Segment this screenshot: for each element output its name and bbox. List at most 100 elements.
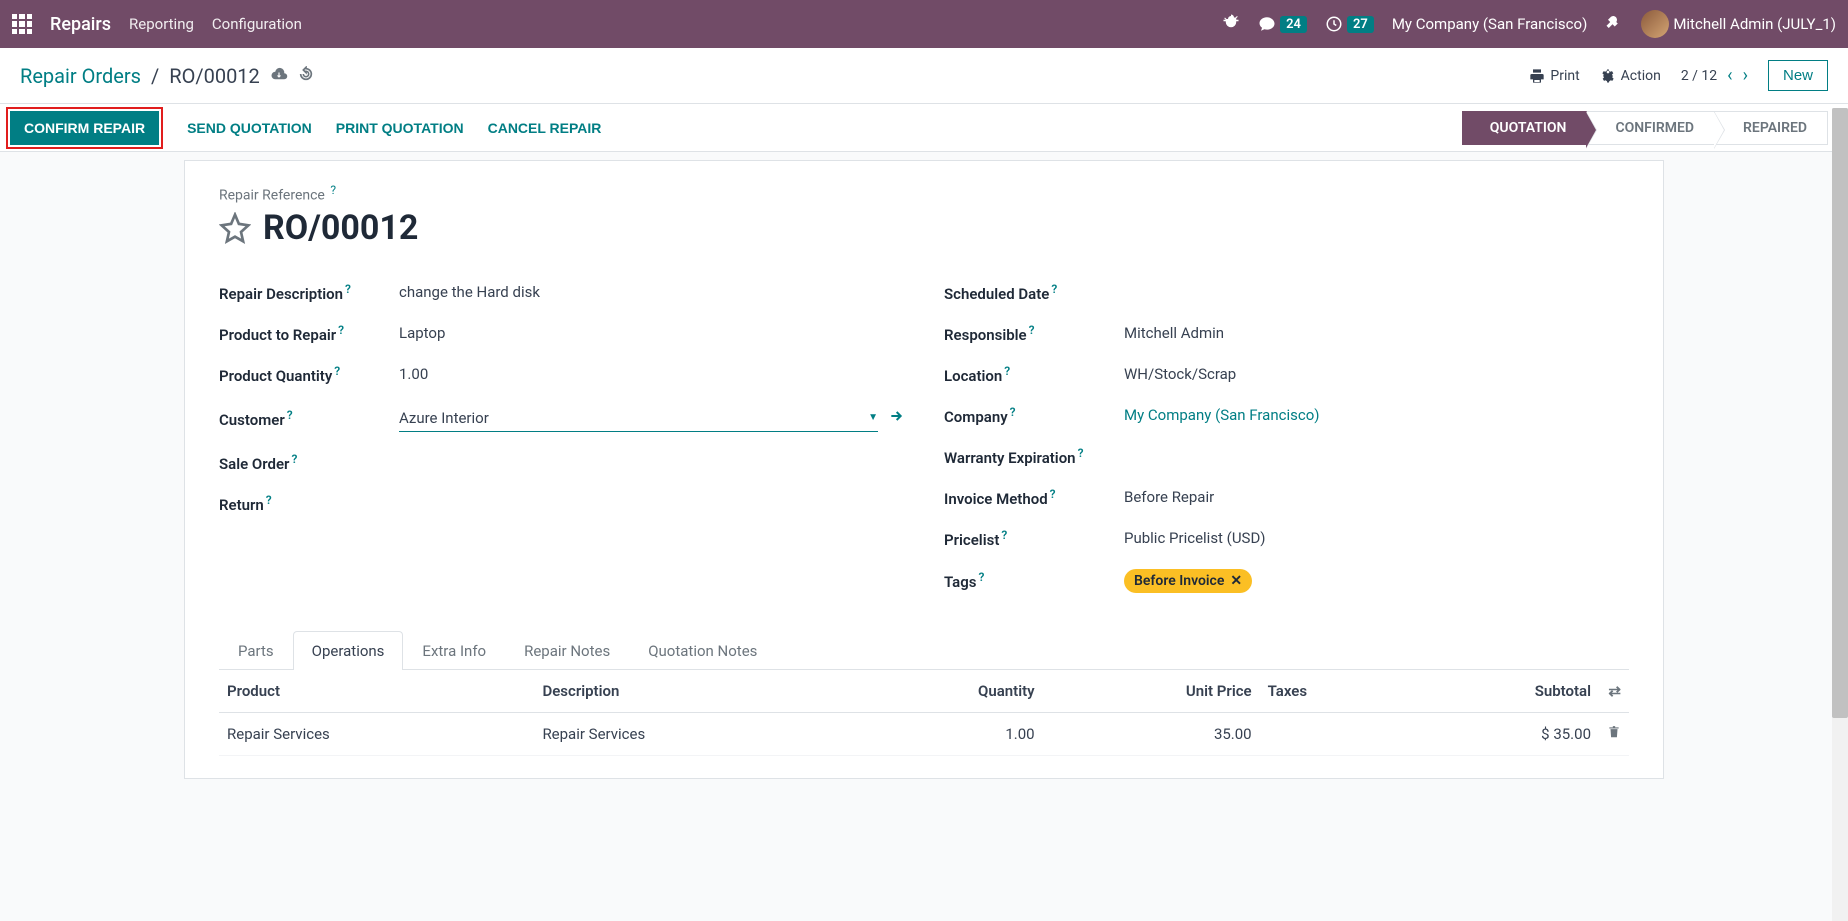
responsible-label: Responsible	[944, 326, 1027, 344]
control-bar: Repair Orders / RO/00012 Print Action 2 …	[0, 48, 1848, 104]
return-label: Return	[219, 496, 264, 514]
tags-label: Tags	[944, 573, 977, 591]
breadcrumb-sep: /	[151, 64, 159, 88]
menu-configuration[interactable]: Configuration	[212, 15, 302, 33]
help-icon[interactable]: ?	[334, 364, 340, 378]
top-nav: Repairs Reporting Configuration 24 27 My…	[0, 0, 1848, 48]
user-name: Mitchell Admin (JULY_1)	[1673, 15, 1836, 33]
star-icon[interactable]	[219, 212, 251, 244]
help-icon[interactable]: ?	[345, 282, 351, 296]
help-icon[interactable]: ?	[1001, 528, 1007, 542]
action-bar: CONFIRM REPAIR SEND QUOTATION PRINT QUOT…	[0, 104, 1848, 152]
status-bar: QUOTATION CONFIRMED REPAIRED	[1462, 111, 1828, 145]
product-to-repair-label: Product to Repair	[219, 326, 336, 344]
app-brand[interactable]: Repairs	[50, 14, 111, 35]
company-label: Company	[944, 408, 1008, 426]
external-link-icon[interactable]	[888, 408, 904, 428]
confirm-repair-button[interactable]: CONFIRM REPAIR	[10, 111, 159, 145]
help-icon[interactable]: ?	[1051, 282, 1057, 296]
sale-order-label: Sale Order	[219, 455, 289, 473]
tab-repair-notes[interactable]: Repair Notes	[505, 631, 629, 670]
pager-text[interactable]: 2 / 12	[1681, 68, 1717, 84]
user-menu[interactable]: Mitchell Admin (JULY_1)	[1641, 10, 1836, 38]
breadcrumb-root[interactable]: Repair Orders	[20, 64, 141, 88]
tab-extra-info[interactable]: Extra Info	[403, 631, 505, 670]
help-icon[interactable]: ?	[1010, 405, 1016, 419]
tab-parts[interactable]: Parts	[219, 631, 293, 670]
invoice-method-value[interactable]: Before Repair	[1124, 488, 1629, 506]
tag-remove-icon[interactable]: ✕	[1230, 573, 1242, 589]
tools-icon[interactable]	[1605, 13, 1623, 35]
action-button[interactable]: Action	[1600, 68, 1661, 84]
tag-before-invoice[interactable]: Before Invoice ✕	[1124, 569, 1252, 593]
record-title: RO/00012	[263, 208, 418, 248]
bug-icon[interactable]	[1222, 13, 1240, 35]
product-quantity-value[interactable]: 1.00	[399, 365, 904, 383]
table-row[interactable]: Repair Services Repair Services 1.00 35.…	[219, 712, 1629, 755]
activities-badge: 27	[1347, 16, 1374, 33]
print-quotation-button[interactable]: PRINT QUOTATION	[336, 120, 464, 136]
avatar	[1641, 10, 1669, 38]
warranty-expiration-label: Warranty Expiration	[944, 449, 1076, 467]
customer-input[interactable]: Azure Interior ▼	[399, 405, 878, 432]
help-icon[interactable]: ?	[1029, 323, 1035, 337]
menu-reporting[interactable]: Reporting	[129, 15, 194, 33]
chevron-down-icon: ▼	[868, 412, 878, 423]
company-selector[interactable]: My Company (San Francisco)	[1392, 15, 1587, 33]
location-label: Location	[944, 367, 1002, 385]
company-value[interactable]: My Company (San Francisco)	[1124, 406, 1629, 424]
col-unit-price[interactable]: Unit Price	[1043, 670, 1260, 713]
help-icon[interactable]: ?	[338, 323, 344, 337]
col-taxes[interactable]: Taxes	[1260, 670, 1407, 713]
col-product[interactable]: Product	[219, 670, 534, 713]
repair-description-label: Repair Description	[219, 285, 343, 303]
expand-columns-icon[interactable]: ⇄	[1608, 682, 1621, 700]
apps-icon[interactable]	[12, 14, 32, 34]
pager-next-icon[interactable]: ›	[1743, 65, 1748, 86]
tab-quotation-notes[interactable]: Quotation Notes	[629, 631, 776, 670]
breadcrumb-current: RO/00012	[169, 64, 260, 88]
discard-icon[interactable]	[298, 66, 314, 86]
cell-taxes	[1260, 712, 1407, 755]
cell-quantity: 1.00	[850, 712, 1043, 755]
pricelist-label: Pricelist	[944, 531, 999, 549]
tabs: Parts Operations Extra Info Repair Notes…	[219, 631, 1629, 670]
activities-button[interactable]: 27	[1325, 15, 1374, 33]
help-icon[interactable]: ?	[1004, 364, 1010, 378]
scrollbar-thumb[interactable]	[1832, 108, 1848, 718]
pager: 2 / 12 ‹ ›	[1681, 65, 1748, 86]
help-icon[interactable]: ?	[1078, 446, 1084, 460]
repair-description-value[interactable]: change the Hard disk	[399, 283, 904, 301]
customer-label: Customer	[219, 411, 285, 429]
location-value[interactable]: WH/Stock/Scrap	[1124, 365, 1629, 383]
help-icon[interactable]: ?	[266, 493, 272, 507]
status-repaired[interactable]: REPAIRED	[1715, 111, 1828, 145]
messages-button[interactable]: 24	[1258, 15, 1307, 33]
col-description[interactable]: Description	[534, 670, 849, 713]
help-icon[interactable]: ?	[291, 452, 297, 466]
cancel-repair-button[interactable]: CANCEL REPAIR	[488, 120, 602, 136]
tab-operations[interactable]: Operations	[293, 631, 404, 670]
new-button[interactable]: New	[1768, 60, 1828, 91]
help-icon[interactable]: ?	[287, 408, 293, 422]
confirm-highlight: CONFIRM REPAIR	[6, 107, 163, 149]
help-icon[interactable]: ?	[330, 183, 336, 197]
print-button[interactable]: Print	[1529, 68, 1579, 84]
save-cloud-icon[interactable]	[270, 65, 288, 87]
form-sheet: Repair Reference ? RO/00012 Repair Descr…	[184, 160, 1664, 779]
help-icon[interactable]: ?	[979, 570, 985, 584]
status-quotation[interactable]: QUOTATION	[1462, 111, 1588, 145]
pricelist-value[interactable]: Public Pricelist (USD)	[1124, 529, 1629, 547]
trash-icon[interactable]	[1607, 725, 1621, 743]
pager-prev-icon[interactable]: ‹	[1727, 65, 1732, 86]
scrollbar[interactable]	[1832, 108, 1848, 921]
col-subtotal[interactable]: Subtotal	[1407, 670, 1599, 713]
send-quotation-button[interactable]: SEND QUOTATION	[187, 120, 312, 136]
responsible-value[interactable]: Mitchell Admin	[1124, 324, 1629, 342]
status-confirmed[interactable]: CONFIRMED	[1587, 111, 1715, 145]
help-icon[interactable]: ?	[1050, 487, 1056, 501]
col-quantity[interactable]: Quantity	[850, 670, 1043, 713]
invoice-method-label: Invoice Method	[944, 490, 1048, 508]
cell-product: Repair Services	[219, 712, 534, 755]
product-to-repair-value[interactable]: Laptop	[399, 324, 904, 342]
